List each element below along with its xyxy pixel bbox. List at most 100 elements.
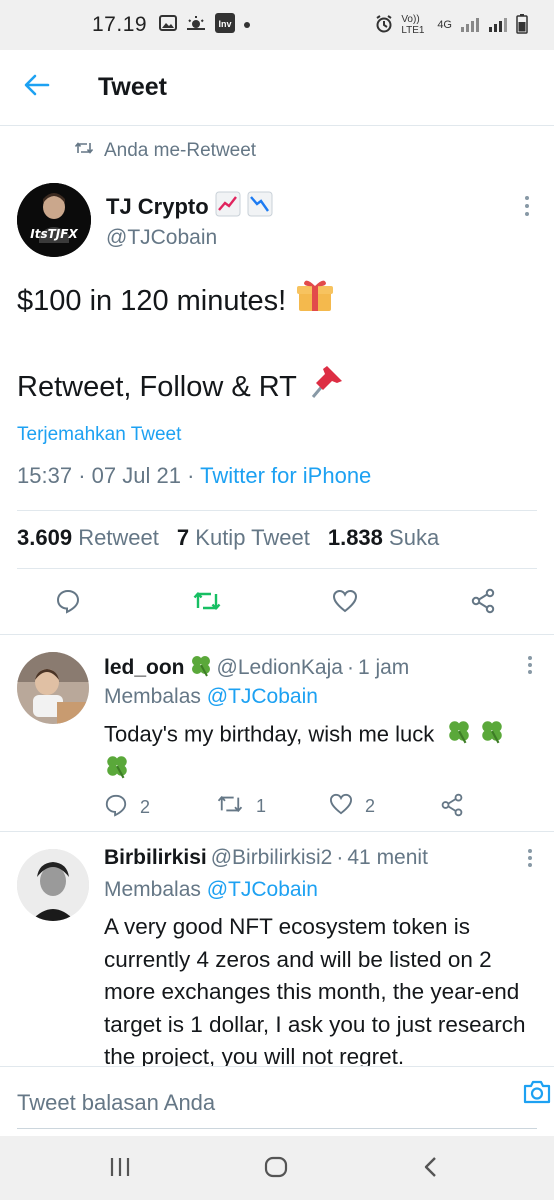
signal-icon-2 (488, 16, 508, 35)
tweet-stats: 3.609 Retweet 7 Kutip Tweet 1.838 Suka (17, 525, 439, 551)
tweet-line-2: Retweet, Follow & RT (17, 371, 297, 403)
reply-comment-button[interactable]: 2 (104, 793, 150, 822)
tweet-time: 15:37 (17, 463, 73, 488)
share-icon (470, 588, 496, 619)
translate-tweet-link[interactable]: Terjemahkan Tweet (17, 424, 181, 446)
more-options-button[interactable] (526, 655, 534, 680)
share-button[interactable] (465, 585, 501, 621)
reply-tweet[interactable]: led_oon @LedionKaja · 1 jam Membalas @TJ… (0, 635, 554, 830)
status-bar: 17.19 Inv Vo)) LTE1 4G (0, 0, 554, 50)
reply-text-content: Today's my birthday, wish me luck (104, 721, 435, 747)
retweet-button[interactable] (189, 585, 225, 621)
reply-time: 1 jam (357, 656, 410, 679)
comment-icon (55, 588, 81, 619)
app-notification-icon: Inv (215, 12, 236, 38)
reply-input[interactable]: Tweet balasan Anda (17, 1077, 537, 1129)
reply-text: A very good NFT ecosystem token is curre… (104, 914, 526, 1069)
more-options-button[interactable] (526, 848, 534, 873)
network-label: Vo)) LTE1 (401, 14, 425, 36)
more-options-button[interactable] (523, 195, 531, 222)
tweet-meta: 15:37 · 07 Jul 21 · Twitter for iPhone (17, 463, 372, 488)
quotes-count: 7 (176, 525, 190, 550)
arrow-left-icon (24, 74, 50, 101)
add-photo-button[interactable] (522, 1079, 552, 1110)
heart-icon (329, 793, 353, 820)
reply-like-button[interactable]: 2 (329, 793, 375, 820)
reply-header: Birbilirkisi @Birbilirkisi2 · 41 menit (104, 846, 428, 870)
reply-tweet[interactable]: Birbilirkisi @Birbilirkisi2 · 41 menit M… (0, 832, 554, 1069)
reply-retweet-button[interactable]: 1 (216, 793, 266, 820)
network-type: 4G (437, 19, 452, 31)
likes-stat[interactable]: 1.838 Suka (328, 525, 439, 551)
avatar[interactable] (17, 849, 89, 921)
quotes-label: Kutip Tweet (195, 525, 310, 550)
replying-mention[interactable]: @TJCobain (207, 878, 318, 901)
comment-icon (104, 793, 128, 822)
reply-author-name[interactable]: Birbilirkisi (104, 846, 207, 870)
likes-label: Suka (389, 525, 440, 550)
avatar-text: ItsTJFX (30, 227, 78, 241)
clover-icon (189, 653, 213, 683)
reply-author-handle[interactable]: @LedionKaja (217, 656, 343, 680)
home-icon (264, 1156, 288, 1183)
recent-apps-icon (109, 1157, 131, 1182)
signal-icon (460, 16, 480, 35)
home-button[interactable] (261, 1154, 291, 1184)
quotes-stat[interactable]: 7 Kutip Tweet (177, 525, 310, 551)
retweet-icon (216, 793, 244, 820)
clover-icon (104, 753, 130, 788)
more-vertical-icon (523, 196, 531, 221)
reply-count: 2 (140, 797, 151, 817)
reply-time: 41 menit (347, 846, 428, 869)
system-nav-bar (0, 1136, 554, 1200)
tweet-source[interactable]: Twitter for iPhone (200, 463, 371, 488)
retweet-small-icon (74, 140, 94, 162)
recent-apps-button[interactable] (105, 1154, 135, 1184)
heart-icon (332, 589, 358, 618)
reply-author-handle[interactable]: @Birbilirkisi2 (211, 846, 333, 870)
dot-icon (243, 16, 251, 34)
replying-to: Membalas @TJCobain (104, 685, 318, 709)
reply-text: Today's my birthday, wish me luck (104, 718, 524, 788)
chart-decreasing-icon (247, 191, 273, 223)
like-button[interactable] (327, 585, 363, 621)
likes-count: 1.838 (327, 525, 383, 550)
clover-icon (446, 718, 472, 753)
divider (17, 510, 537, 511)
reply-input-placeholder: Tweet balasan Anda (17, 1089, 216, 1115)
back-button[interactable] (0, 50, 74, 126)
avatar[interactable]: ItsTJFX (17, 183, 91, 257)
alarm-icon (375, 14, 393, 36)
tweet-actions (0, 585, 554, 621)
replying-label: Membalas (104, 878, 201, 901)
retweet-icon (192, 589, 222, 618)
replying-to: Membalas @TJCobain (104, 878, 318, 902)
top-app-bar: Tweet (0, 50, 554, 126)
pushpin-icon (307, 363, 345, 412)
reply-button[interactable] (50, 585, 86, 621)
more-vertical-icon (526, 656, 534, 679)
page-title: Tweet (98, 73, 167, 101)
chevron-left-icon (423, 1156, 439, 1183)
tweet-body: $100 in 120 minutes! Retweet, Follow & R… (17, 280, 537, 409)
system-back-button[interactable] (416, 1154, 446, 1184)
replying-mention[interactable]: @TJCobain (207, 685, 318, 708)
battery-icon (516, 13, 528, 37)
replying-label: Membalas (104, 685, 201, 708)
tweet-line-1: $100 in 120 minutes! (17, 285, 287, 317)
divider (17, 568, 537, 569)
reply-author-name[interactable]: led_oon (104, 656, 185, 680)
avatar[interactable] (17, 652, 89, 724)
status-time: 17.19 (92, 13, 148, 36)
retweets-stat[interactable]: 3.609 Retweet (17, 525, 159, 551)
camera-icon (522, 1080, 552, 1109)
author-handle[interactable]: @TJCobain (106, 226, 217, 250)
tweet-date: 07 Jul 21 (91, 463, 181, 488)
retweets-count: 3.609 (17, 525, 73, 550)
author-name[interactable]: TJ Crypto (106, 191, 273, 223)
more-vertical-icon (526, 849, 534, 872)
retweet-count: 1 (256, 796, 267, 816)
reply-header: led_oon @LedionKaja · 1 jam (104, 653, 409, 683)
gift-icon (296, 277, 334, 326)
reply-share-button[interactable] (440, 793, 464, 822)
